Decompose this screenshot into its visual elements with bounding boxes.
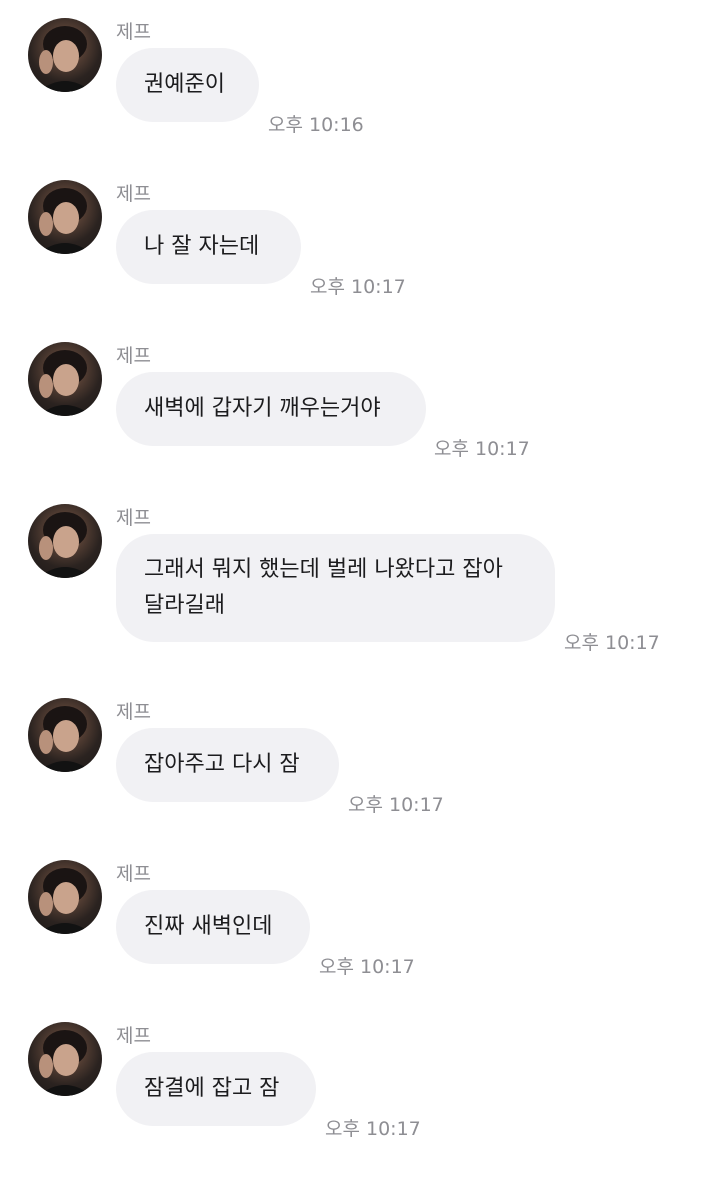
message-bubble[interactable]: 권예준이	[116, 48, 259, 122]
profile-avatar[interactable]	[28, 18, 102, 92]
sender-name: 제프	[116, 863, 151, 885]
chat-thread: 제프 권예준이 오후 10:16 제프 나 잘 자는데 오후 10:17 제프 …	[0, 0, 707, 1199]
sender-name: 제프	[116, 183, 151, 205]
sender-name: 제프	[116, 701, 151, 723]
avatar-photo-icon	[38, 350, 92, 416]
avatar-photo-icon	[38, 1030, 92, 1096]
sender-name: 제프	[116, 507, 151, 529]
avatar-photo-icon	[38, 706, 92, 772]
message-timestamp: 오후 10:17	[310, 276, 406, 298]
message-bubble[interactable]: 그래서 뭐지 했는데 벌레 나왔다고 잡아 달라길래	[116, 534, 555, 642]
message-bubble[interactable]: 나 잘 자는데	[116, 210, 301, 284]
message-timestamp: 오후 10:17	[434, 438, 530, 460]
message-bubble[interactable]: 잡아주고 다시 잠	[116, 728, 339, 802]
profile-avatar[interactable]	[28, 860, 102, 934]
message-bubble[interactable]: 잠결에 잡고 잠	[116, 1052, 316, 1126]
profile-avatar[interactable]	[28, 504, 102, 578]
avatar-photo-icon	[38, 868, 92, 934]
message-bubble[interactable]: 새벽에 갑자기 깨우는거야	[116, 372, 426, 446]
sender-name: 제프	[116, 345, 151, 367]
profile-avatar[interactable]	[28, 342, 102, 416]
avatar-photo-icon	[38, 512, 92, 578]
profile-avatar[interactable]	[28, 698, 102, 772]
avatar-photo-icon	[38, 188, 92, 254]
sender-name: 제프	[116, 1025, 151, 1047]
message-bubble[interactable]: 진짜 새벽인데	[116, 890, 310, 964]
message-timestamp: 오후 10:17	[348, 794, 444, 816]
profile-avatar[interactable]	[28, 1022, 102, 1096]
profile-avatar[interactable]	[28, 180, 102, 254]
sender-name: 제프	[116, 21, 151, 43]
message-timestamp: 오후 10:17	[319, 956, 415, 978]
message-timestamp: 오후 10:16	[268, 114, 364, 136]
message-timestamp: 오후 10:17	[325, 1118, 421, 1140]
message-timestamp: 오후 10:17	[564, 632, 660, 654]
avatar-photo-icon	[38, 26, 92, 92]
